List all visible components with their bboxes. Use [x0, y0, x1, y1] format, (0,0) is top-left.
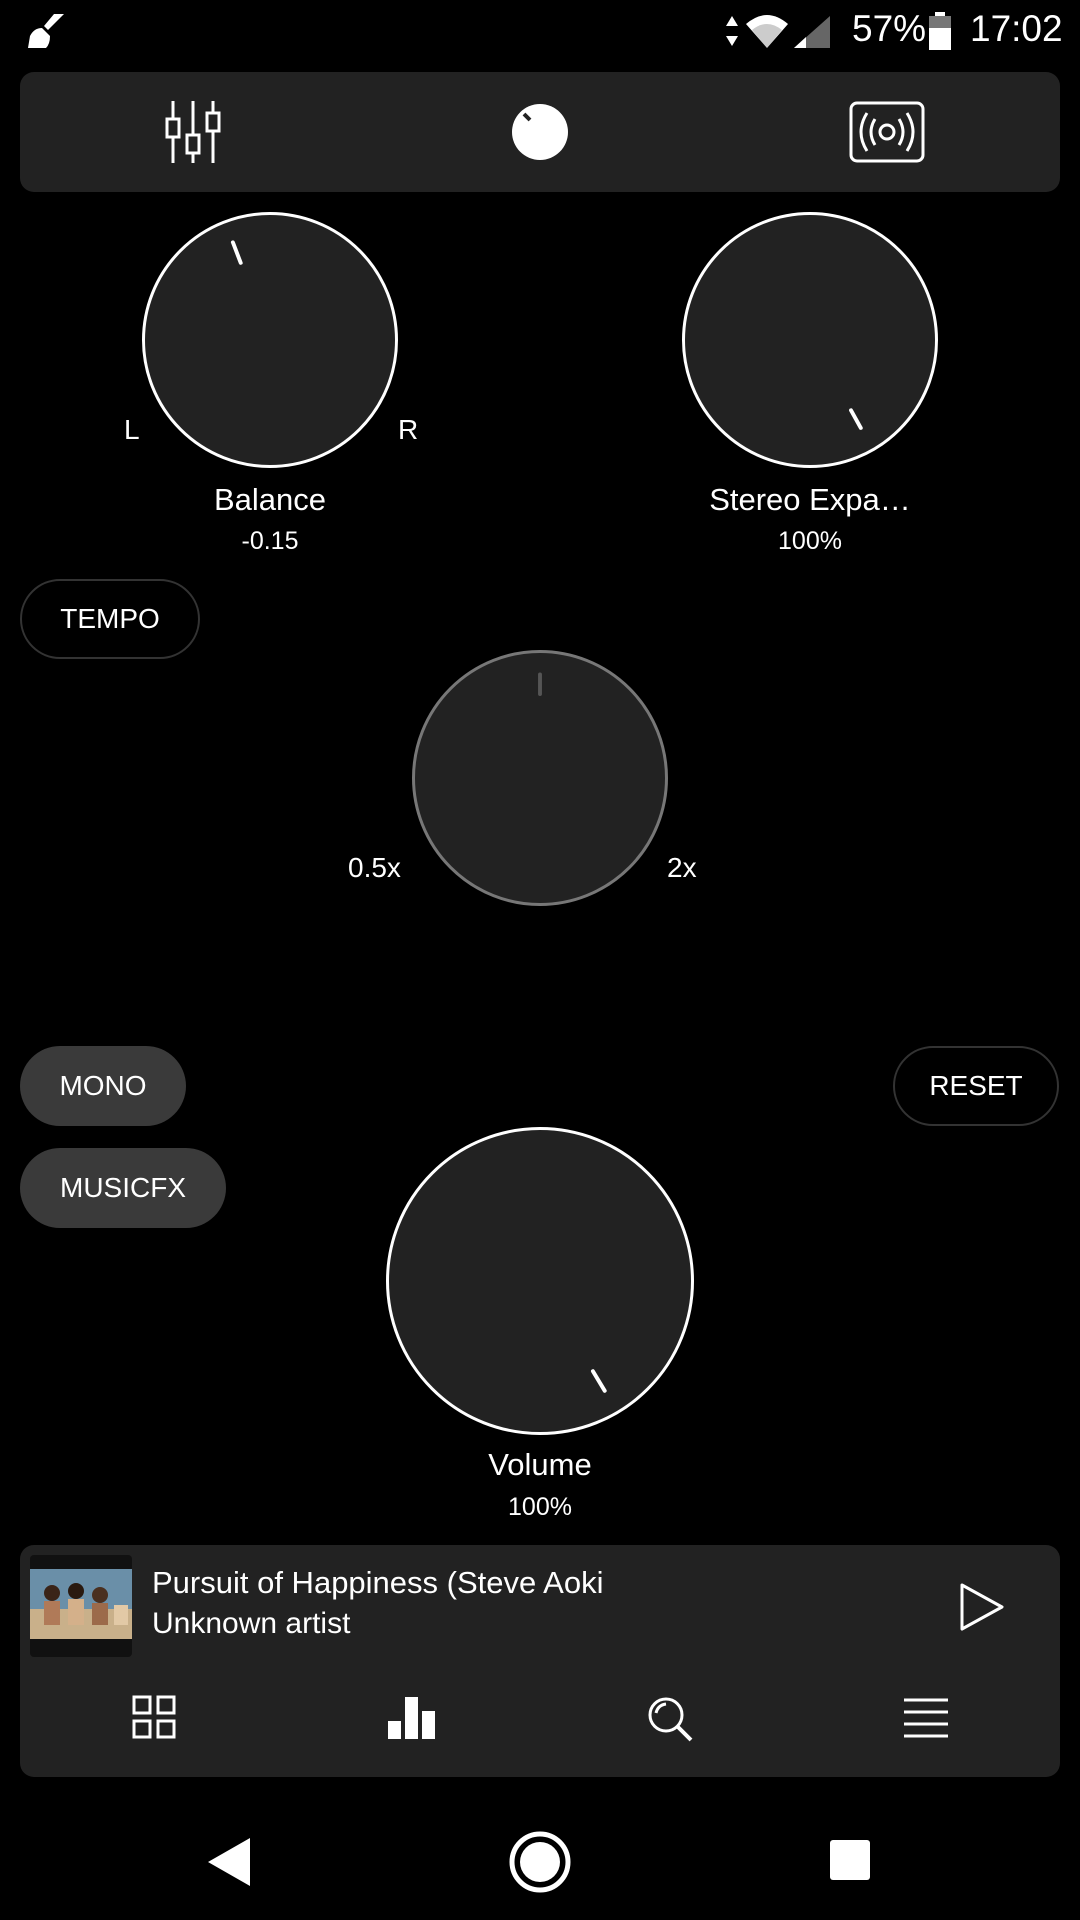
volume-value: 100%: [508, 1493, 572, 1521]
signal-icon: [794, 16, 830, 48]
volume-label: Volume: [488, 1447, 592, 1482]
back-icon[interactable]: [206, 1836, 252, 1888]
system-nav-bar: [0, 1780, 1080, 1920]
balance-knob-indicator: [230, 240, 243, 265]
recents-icon[interactable]: [830, 1840, 870, 1880]
wifi-icon: [746, 15, 788, 48]
track-title[interactable]: Pursuit of Happiness (Steve Aoki: [152, 1565, 792, 1601]
stereo-expansion-knob[interactable]: [682, 212, 938, 468]
stereo-expansion-value: 100%: [778, 527, 842, 555]
volume-knob[interactable]: [386, 1127, 694, 1435]
balance-left-label: L: [124, 414, 140, 445]
album-art-image: [30, 1569, 132, 1639]
tab-knob[interactable]: [367, 72, 713, 192]
speaker-icon: [849, 101, 925, 163]
battery-percent: 57%: [852, 8, 927, 49]
tempo-button[interactable]: TEMPO: [20, 579, 200, 659]
balance-value: -0.15: [241, 527, 299, 555]
search-icon[interactable]: [646, 1695, 694, 1743]
stereo-knob-indicator: [849, 408, 863, 430]
balance-right-label: R: [398, 414, 419, 445]
tempo-max-label: 2x: [667, 852, 697, 883]
list-icon[interactable]: [904, 1697, 948, 1739]
mono-button[interactable]: MONO: [20, 1046, 186, 1126]
reset-button[interactable]: RESET: [893, 1046, 1059, 1126]
cleaner-app-icon: [28, 14, 64, 48]
volume-knob-indicator: [590, 1369, 607, 1393]
track-artist[interactable]: Unknown artist: [152, 1607, 792, 1641]
knob-icon: [512, 104, 568, 160]
tab-equalizer[interactable]: [20, 72, 366, 192]
tempo-knob-indicator: [538, 672, 542, 696]
equalizer-icon: [165, 101, 221, 163]
tempo-min-label: 0.5x: [348, 852, 401, 883]
balance-label: Balance: [213, 482, 327, 517]
grid-icon[interactable]: [132, 1695, 176, 1739]
tempo-knob[interactable]: [412, 650, 668, 906]
musicfx-button[interactable]: MUSICFX: [20, 1148, 226, 1228]
album-art[interactable]: [30, 1555, 132, 1657]
balance-knob[interactable]: [142, 212, 398, 468]
data-arrows-icon: [726, 16, 738, 46]
home-icon[interactable]: [508, 1830, 572, 1894]
stereo-expansion-label: Stereo Expa…: [709, 482, 911, 517]
now-playing-panel: Pursuit of Happiness (Steve Aoki Unknown…: [20, 1545, 1060, 1777]
bar-chart-icon[interactable]: [386, 1695, 436, 1739]
play-icon[interactable]: [958, 1581, 1006, 1633]
top-tab-bar: [20, 72, 1060, 192]
battery-icon: [929, 12, 951, 50]
tab-speaker[interactable]: [714, 72, 1060, 192]
status-bar: 57% 17:02: [0, 0, 1080, 62]
clock: 17:02: [970, 8, 1063, 49]
